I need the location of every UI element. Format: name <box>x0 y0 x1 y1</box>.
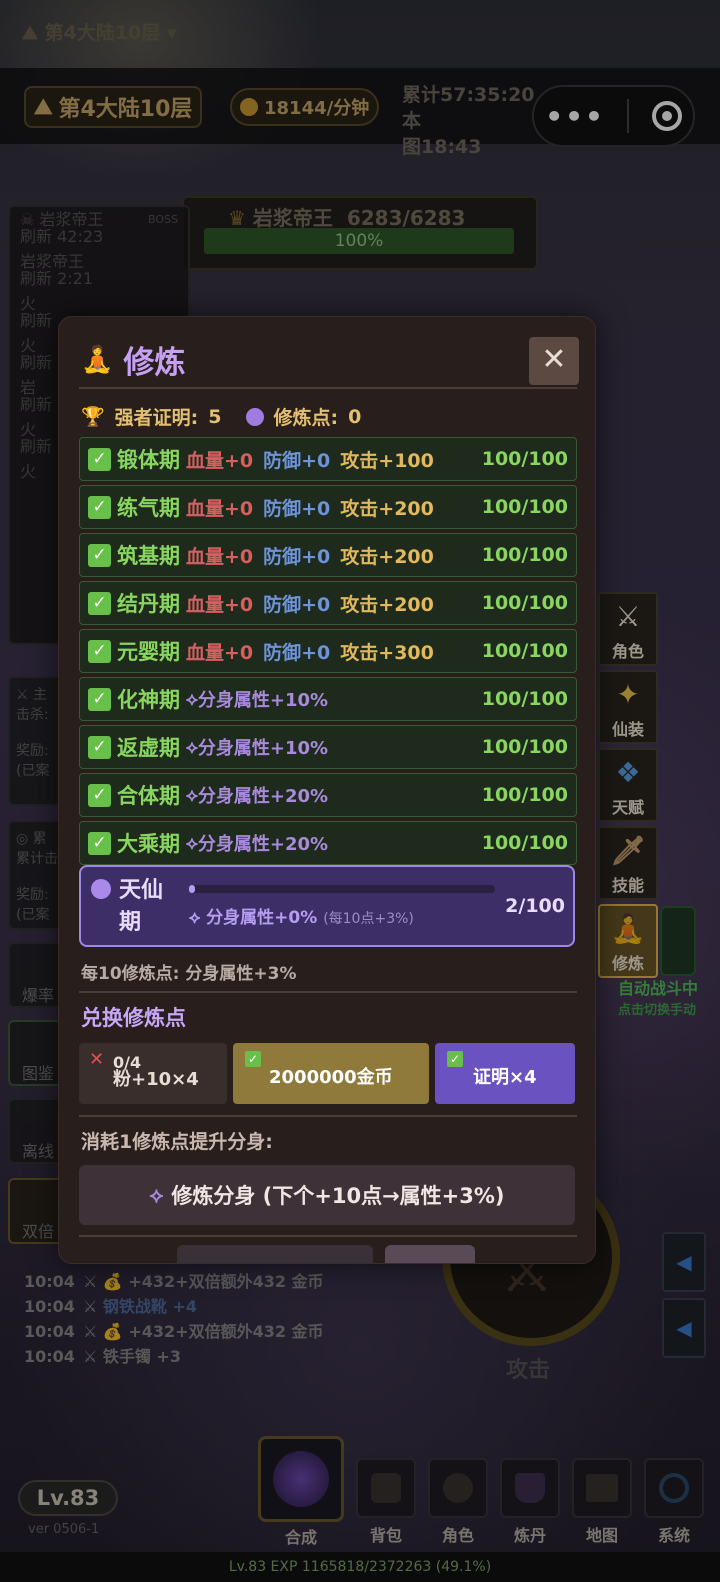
trophy-icon: 🏆 <box>81 406 105 428</box>
check-icon: ✓ <box>88 591 111 615</box>
dna-icon: ⟡ <box>149 1182 164 1207</box>
current-stage-name: 天仙期 <box>119 878 164 935</box>
stage-row-foundation[interactable]: ✓ 筑基期 血量+0 防御+0 攻击+200 100/100 <box>79 533 577 577</box>
divider <box>79 1235 577 1237</box>
divider <box>79 387 577 389</box>
hidden-button[interactable] <box>177 1245 373 1263</box>
dna-icon: ⟡ <box>186 832 198 854</box>
check-icon: ✓ <box>88 639 111 663</box>
stats-line: 🏆 强者证明: 5 修炼点: 0 <box>81 405 362 430</box>
current-stage-row[interactable]: 天仙期 ⟡ 分身属性+0% (每10点+3%) 2/100 <box>79 865 575 947</box>
divider <box>79 991 577 993</box>
check-icon: ✓ <box>88 783 111 807</box>
progress-fill <box>189 885 196 893</box>
exchange-fragment-button[interactable]: ✕ 0/4 粉+10×4 <box>79 1043 227 1104</box>
modal-title: 🧘 修炼 <box>81 344 186 382</box>
check-icon: ✓ <box>245 1051 261 1067</box>
crystal-ball-icon <box>91 879 111 899</box>
check-icon: ✓ <box>88 543 111 567</box>
meditation-icon: 🧘 <box>81 344 114 375</box>
stage-row-mahayana[interactable]: ✓ 大乘期 ⟡ 分身属性+20% 100/100 <box>79 821 577 865</box>
cross-icon: ✕ <box>89 1049 105 1070</box>
current-stage-count: 2/100 <box>505 895 565 917</box>
check-icon: ✓ <box>88 735 111 759</box>
cultivation-modal: 🧘 修炼 ✕ 🏆 强者证明: 5 修炼点: 0 ✓ 锻体期 血量+0 防御+0 攻击+100 10… <box>58 316 596 1264</box>
exchange-proof-button[interactable]: ✓ 证明×4 <box>435 1043 575 1104</box>
stage-row-core[interactable]: ✓ 结丹期 血量+0 防御+0 攻击+200 100/100 <box>79 581 577 625</box>
stage-row-unity[interactable]: ✓ 合体期 ⟡ 分身属性+20% 100/100 <box>79 773 577 817</box>
dna-icon: ⟡ <box>186 784 198 806</box>
dna-icon: ⟡ <box>189 908 207 928</box>
exchange-gold-button[interactable]: ✓ 2000000金币 <box>233 1043 429 1104</box>
check-icon: ✓ <box>447 1051 463 1067</box>
stage-row-qi[interactable]: ✓ 练气期 血量+0 防御+0 攻击+200 100/100 <box>79 485 577 529</box>
check-icon: ✓ <box>88 687 111 711</box>
close-button[interactable]: ✕ <box>529 337 579 385</box>
check-icon: ✓ <box>88 831 111 855</box>
consume-title: 消耗1修炼点提升分身: <box>81 1131 273 1153</box>
stage-row-nascent[interactable]: ✓ 元婴期 血量+0 防御+0 攻击+300 100/100 <box>79 629 577 673</box>
close-icon: ✕ <box>541 342 567 377</box>
stage-row-forging[interactable]: ✓ 锻体期 血量+0 防御+0 攻击+100 100/100 <box>79 437 577 481</box>
crystal-ball-icon <box>245 407 264 426</box>
check-icon: ✓ <box>88 447 111 471</box>
divider <box>79 1115 577 1117</box>
exchange-title: 兑换修炼点 <box>81 1006 186 1030</box>
dna-icon: ⟡ <box>186 736 198 758</box>
dna-icon: ⟡ <box>186 688 198 710</box>
stage-row-void[interactable]: ✓ 返虚期 ⟡ 分身属性+10% 100/100 <box>79 725 577 769</box>
check-icon: ✓ <box>88 495 111 519</box>
stage-row-spirit[interactable]: ✓ 化神期 ⟡ 分身属性+10% 100/100 <box>79 677 577 721</box>
hidden-button-2[interactable] <box>385 1245 475 1263</box>
current-stage-progress-bar <box>189 885 495 893</box>
per-points-note: 每10修炼点: 分身属性+3% <box>81 964 297 984</box>
cultivate-clone-button[interactable]: ⟡ 修炼分身 (下个+10点→属性+3%) <box>79 1165 575 1225</box>
